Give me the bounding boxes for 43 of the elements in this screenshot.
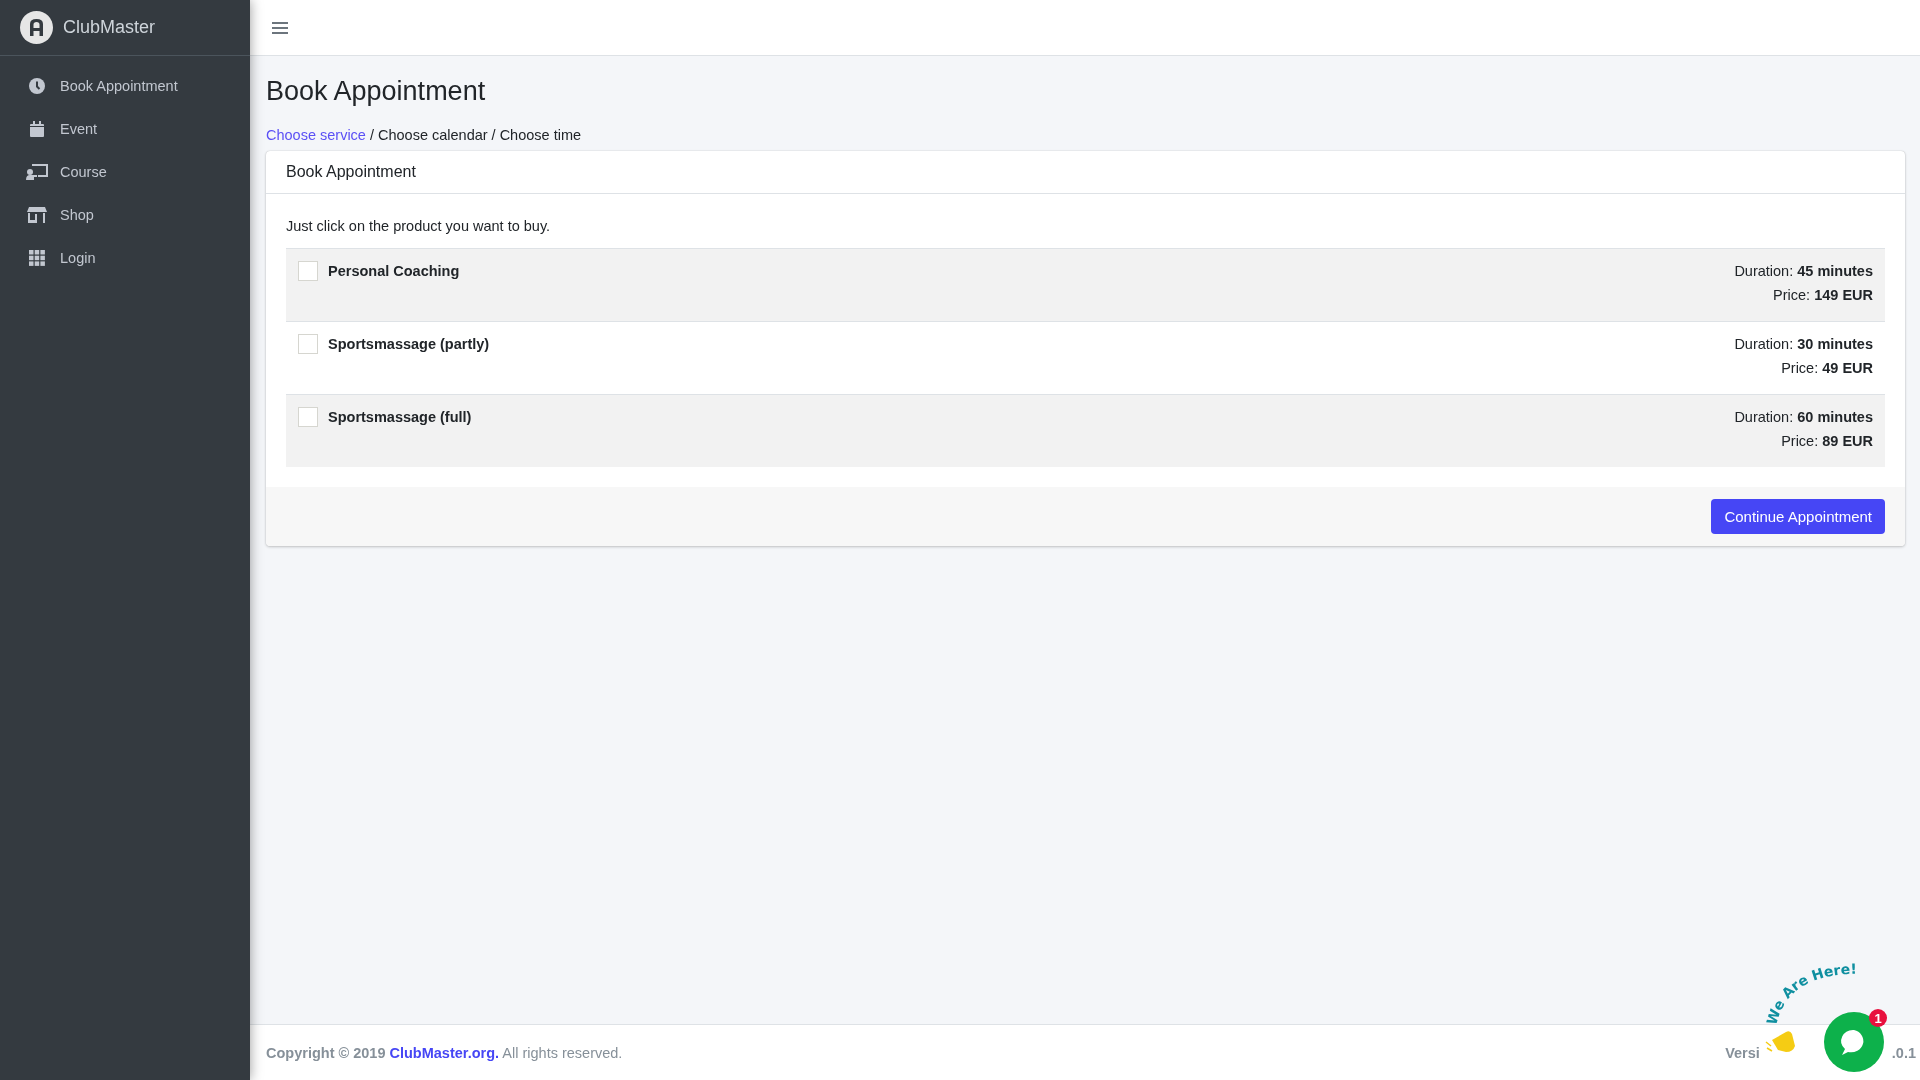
chat-bubble-icon — [1841, 1030, 1864, 1055]
breadcrumb-separator: / — [369, 127, 374, 144]
sidebar-item[interactable]: Course — [8, 150, 242, 193]
sidebar-item[interactable]: Login — [8, 236, 242, 279]
presentation-icon — [26, 163, 48, 180]
card-title: Book Appointment — [266, 151, 1905, 195]
price-text: Price: 89 EUR — [1780, 432, 1873, 452]
product-row[interactable]: Personal Coaching Duration: 45 minutes Price: 149 EUR — [286, 248, 1885, 322]
sidebar-item[interactable]: Book Appointment — [8, 64, 242, 107]
logo-icon — [20, 11, 53, 44]
waving-hand-icon — [1765, 1031, 1795, 1052]
clock-icon — [29, 77, 45, 94]
product-name: Sportsmassage (full) — [328, 409, 472, 426]
product-checkbox[interactable] — [298, 407, 318, 428]
continue-button[interactable]: Continue Appointment — [1711, 499, 1885, 535]
breadcrumb-item: Choose calendar — [377, 127, 488, 144]
sidebar-item[interactable]: Event — [8, 107, 242, 150]
breadcrumb-link[interactable]: Choose service — [266, 127, 366, 144]
brand-name: ClubMaster — [63, 17, 156, 38]
price-text: Price: 149 EUR — [1772, 286, 1873, 306]
website-link[interactable]: ClubMaster.org. — [389, 1044, 500, 1061]
calendar-icon — [30, 120, 44, 137]
product-name: Personal Coaching — [328, 263, 460, 280]
duration-text: Duration: 30 minutes — [1734, 335, 1873, 355]
duration-text: Duration: 45 minutes — [1734, 262, 1873, 282]
instruction-text: Just click on the product you want to buy. — [286, 218, 552, 235]
breadcrumb-item: Choose time — [499, 127, 582, 144]
version-text: Versi — [1725, 1044, 1760, 1061]
price-text: Price: 49 EUR — [1780, 359, 1873, 379]
store-icon — [27, 206, 47, 223]
copyright-text: Copyright © 2019 ClubMaster.org. All rights reserved. — [266, 1044, 623, 1061]
notification-badge: 1 — [1869, 1009, 1887, 1027]
product-checkbox[interactable] — [298, 261, 318, 282]
product-name: Sportsmassage (partly) — [328, 336, 490, 353]
product-checkbox[interactable] — [298, 334, 318, 355]
duration-text: Duration: 60 minutes — [1734, 408, 1873, 428]
grid-icon — [29, 249, 45, 266]
page-title: Book Appointment — [266, 75, 487, 108]
menu-icon[interactable] — [272, 20, 288, 35]
product-row[interactable]: Sportsmassage (full) Duration: 60 minutes Price: 89 EUR — [286, 394, 1885, 468]
version-text: .0.1 — [1891, 1044, 1916, 1061]
breadcrumb-separator: / — [491, 127, 496, 144]
sidebar-item[interactable]: Shop — [8, 193, 242, 236]
